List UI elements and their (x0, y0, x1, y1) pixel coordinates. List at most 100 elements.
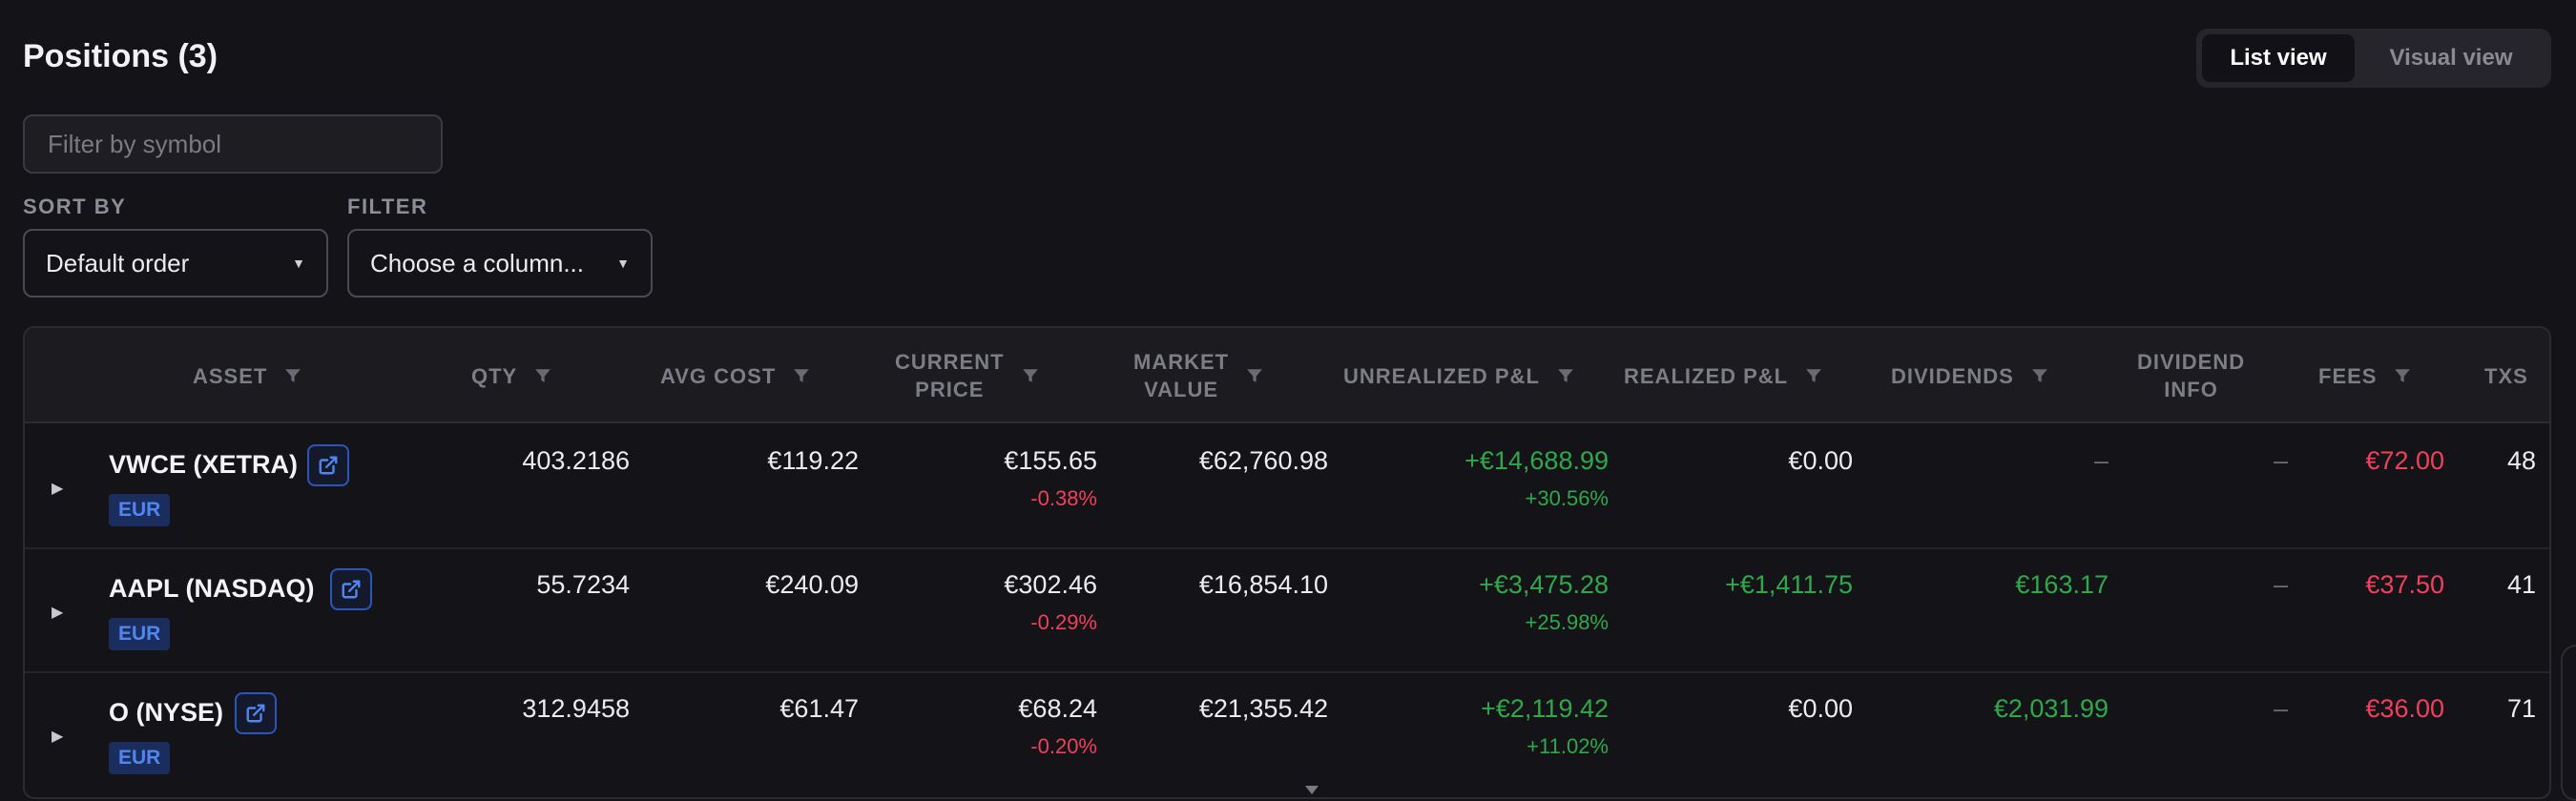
triangle-right-icon[interactable]: ▶ (52, 479, 63, 498)
dividends-value: €2,031.99 (1993, 694, 2109, 723)
market-value: €62,760.98 (1198, 446, 1328, 475)
external-link-icon[interactable] (235, 692, 277, 734)
positions-table: ASSET QTY AVG COST CURRENT PRICE MARKET … (23, 326, 2551, 799)
column-header-current-price[interactable]: CURRENT PRICE (895, 328, 1039, 423)
column-label: DIVIDENDS (1891, 363, 2014, 388)
fees-value: €72.00 (2365, 446, 2444, 475)
table-row[interactable]: ▶ AAPL (NASDAQ) EUR 55.7234 €240.09 €302… (25, 549, 2549, 673)
scroll-down-indicator-icon[interactable] (1305, 786, 1319, 794)
filter-label: FILTER (347, 195, 428, 218)
unrealized-pnl-value: +€3,475.28 (1479, 570, 1609, 599)
column-label: REALIZED P&L (1624, 363, 1789, 388)
current-price-value: €302.46 (1004, 570, 1097, 599)
realized-pnl-value: €0.00 (1788, 694, 1853, 723)
market-value: €21,355.42 (1198, 694, 1328, 723)
external-link-icon[interactable] (307, 444, 349, 486)
triangle-right-icon[interactable]: ▶ (52, 727, 63, 746)
current-price-value: €68.24 (1018, 694, 1097, 723)
table-row[interactable]: ▶ VWCE (XETRA) EUR 403.2186 €119.22 €155… (25, 425, 2549, 549)
funnel-icon[interactable] (534, 367, 551, 384)
unrealized-pnl-percent: +30.56% (1525, 486, 1609, 510)
qty-value: 403.2186 (522, 446, 630, 475)
column-header-realized-pnl[interactable]: REALIZED P&L (1624, 328, 1822, 423)
caret-down-icon: ▼ (292, 256, 305, 271)
dividends-value: €163.17 (2015, 570, 2109, 599)
filter-symbol-input[interactable] (23, 114, 443, 174)
filter-column-select-value: Choose a column... (370, 248, 585, 277)
column-header-market-value[interactable]: MARKET VALUE (1133, 328, 1263, 423)
txs-value: 48 (2506, 446, 2536, 475)
dividend-info-value: – (2273, 570, 2288, 599)
column-label: ASSET (193, 363, 268, 388)
sort-select-value: Default order (46, 248, 190, 277)
funnel-icon[interactable] (1805, 367, 1822, 384)
column-header-txs[interactable]: TXS (2484, 328, 2528, 423)
column-header-qty[interactable]: QTY (471, 328, 551, 423)
caret-down-icon: ▼ (616, 256, 630, 271)
avg-cost-value: €119.22 (767, 446, 859, 475)
column-label-line: VALUE (1144, 378, 1219, 401)
qty-value: 55.7234 (536, 570, 630, 599)
funnel-icon[interactable] (1557, 367, 1574, 384)
fees-value: €37.50 (2365, 570, 2444, 599)
funnel-icon[interactable] (1022, 367, 1039, 384)
funnel-icon[interactable] (1246, 367, 1263, 384)
funnel-icon[interactable] (284, 367, 301, 384)
column-header-dividends[interactable]: DIVIDENDS (1891, 328, 2048, 423)
external-link-icon[interactable] (330, 568, 372, 610)
asset-name: VWCE (XETRA) (109, 450, 298, 479)
qty-value: 312.9458 (522, 694, 630, 723)
column-label: DIVIDEND INFO (2137, 348, 2245, 403)
funnel-icon[interactable] (2031, 367, 2048, 384)
column-label: TXS (2484, 363, 2528, 388)
funnel-icon[interactable] (793, 367, 810, 384)
column-label: UNREALIZED P&L (1343, 363, 1540, 388)
sort-select[interactable]: Default order ▼ (23, 229, 328, 298)
column-label: CURRENT PRICE (895, 348, 1005, 403)
filter-column-select[interactable]: Choose a column... ▼ (347, 229, 653, 298)
avg-cost-value: €61.47 (779, 694, 859, 723)
column-header-fees[interactable]: FEES (2318, 328, 2411, 423)
price-change-value: -0.38% (1030, 486, 1097, 510)
visual-view-button[interactable]: Visual view (2360, 34, 2542, 82)
column-header-asset[interactable]: ASSET (193, 328, 301, 423)
sort-by-label: SORT BY (23, 195, 127, 218)
txs-value: 41 (2506, 570, 2536, 599)
currency-badge: EUR (109, 742, 171, 774)
asset-name: O (NYSE) (109, 698, 224, 727)
current-price-value: €155.65 (1004, 446, 1097, 475)
column-label-line: CURRENT (895, 350, 1005, 374)
panel-edge (2561, 645, 2576, 801)
unrealized-pnl-percent: +11.02% (1527, 734, 1609, 758)
market-value: €16,854.10 (1198, 570, 1328, 599)
funnel-icon[interactable] (2394, 367, 2411, 384)
dividend-info-value: – (2273, 694, 2288, 723)
price-change-value: -0.29% (1030, 610, 1097, 634)
column-label: AVG COST (660, 363, 777, 388)
column-header-unrealized-pnl[interactable]: UNREALIZED P&L (1343, 328, 1574, 423)
asset-name: AAPL (NASDAQ) (109, 574, 315, 603)
realized-pnl-value: +€1,411.75 (1725, 570, 1853, 599)
column-label-line: PRICE (915, 378, 985, 401)
triangle-right-icon[interactable]: ▶ (52, 603, 63, 622)
column-header-dividend-info: DIVIDEND INFO (2137, 328, 2245, 423)
column-label-line: INFO (2164, 378, 2218, 401)
currency-badge: EUR (109, 618, 171, 650)
currency-badge: EUR (109, 494, 171, 526)
dividends-value: – (2093, 446, 2109, 475)
txs-value: 71 (2506, 694, 2536, 723)
realized-pnl-value: €0.00 (1788, 446, 1853, 475)
table-row[interactable]: ▶ O (NYSE) EUR 312.9458 €61.47 €68.24 -0… (25, 673, 2549, 797)
column-label: FEES (2318, 363, 2378, 388)
list-view-button[interactable]: List view (2202, 34, 2355, 82)
column-label-line: MARKET (1133, 350, 1230, 374)
table-header: ASSET QTY AVG COST CURRENT PRICE MARKET … (25, 328, 2549, 423)
price-change-value: -0.20% (1030, 734, 1097, 758)
unrealized-pnl-percent: +25.98% (1525, 610, 1609, 634)
fees-value: €36.00 (2365, 694, 2444, 723)
column-label: MARKET VALUE (1133, 348, 1229, 403)
unrealized-pnl-value: +€14,688.99 (1465, 446, 1609, 475)
dividend-info-value: – (2273, 446, 2288, 475)
unrealized-pnl-value: +€2,119.42 (1481, 694, 1609, 723)
column-header-avg-cost[interactable]: AVG COST (660, 328, 810, 423)
